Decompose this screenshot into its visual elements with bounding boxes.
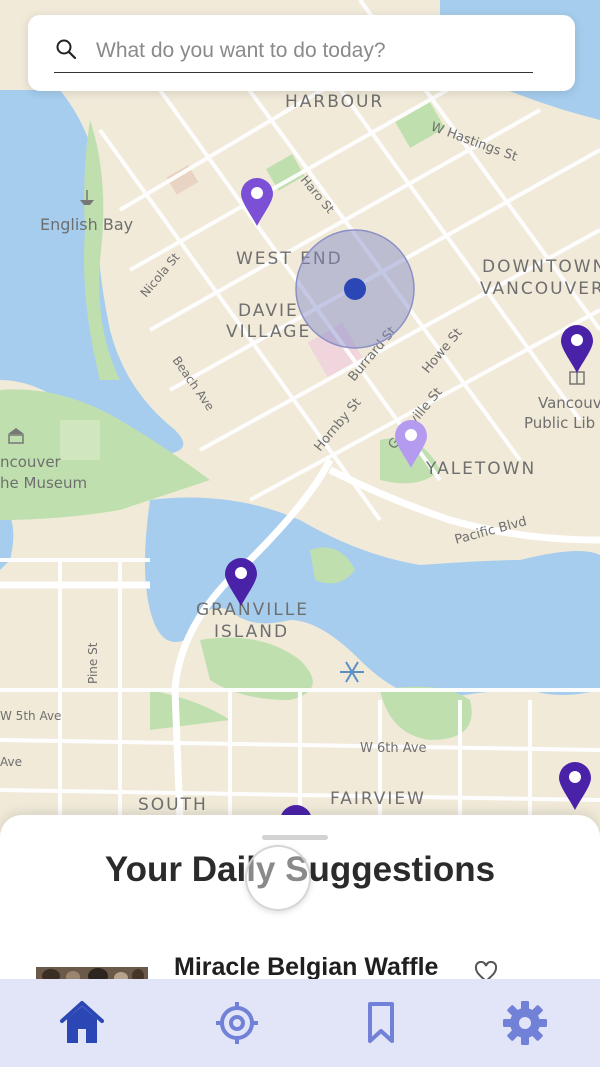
label-davie: DAVIE [238,301,299,321]
label-museum-2: he Museum [0,474,87,492]
touch-indicator [245,845,311,911]
label-south: SOUTH [138,795,208,815]
gear-icon [503,1001,547,1045]
label-granville: GRANVILLE [196,600,309,620]
search-underline [54,72,533,73]
label-yaletown: YALETOWN [425,459,536,479]
label-vancouver: VANCOUVER [480,279,600,299]
label-library-1: Vancouv [538,394,600,412]
label-fairview: FAIRVIEW [330,789,426,809]
nav-home[interactable] [52,993,112,1053]
label-village: VILLAGE [226,322,311,342]
label-museum-1: ncouver [0,453,62,471]
label-downtown: DOWNTOWN [482,257,600,277]
nav-saved[interactable] [351,993,411,1053]
nav-settings[interactable] [495,993,555,1053]
label-harbour: HARBOUR [285,92,384,112]
label-island: ISLAND [214,622,289,642]
sheet-drag-handle[interactable] [262,835,328,840]
bookmark-icon [368,1002,394,1043]
nav-explore[interactable] [207,993,267,1053]
street-pine: Pine St [86,642,100,684]
street-ave: Ave [0,755,22,769]
search-icon[interactable] [54,37,78,61]
search-card [28,15,575,91]
label-english-bay: English Bay [40,215,133,234]
label-library-2: Public Lib [524,414,595,432]
user-location-dot [344,278,366,300]
street-w5: W 5th Ave [0,709,61,723]
suggestion-title: Miracle Belgian Waffle [174,953,439,981]
street-w6: W 6th Ave [360,741,427,756]
home-icon [60,1001,104,1043]
search-input[interactable] [96,33,533,69]
bottom-nav [0,979,600,1067]
target-icon [216,1002,258,1044]
